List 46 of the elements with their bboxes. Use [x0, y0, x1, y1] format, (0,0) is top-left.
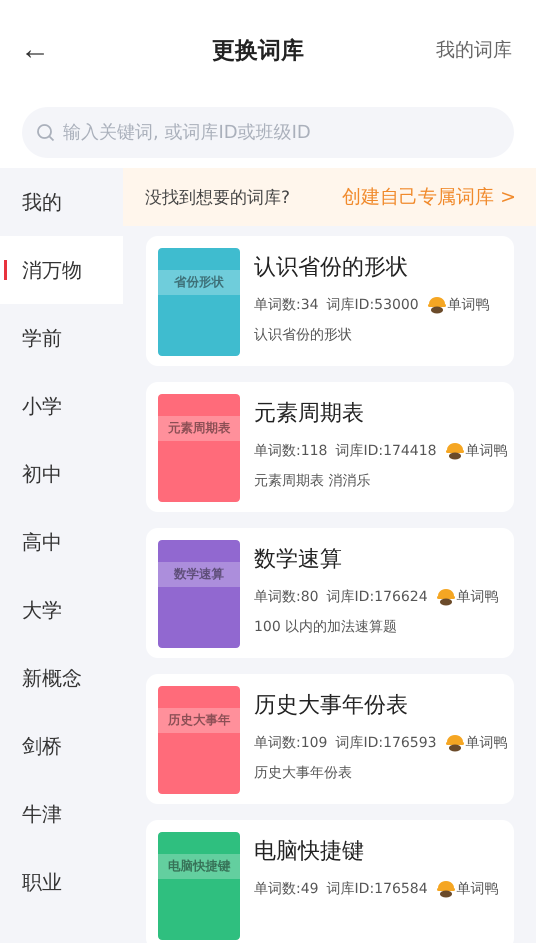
author-name: 单词鸭 [466, 734, 508, 752]
library-id: 词库ID:53000 [326, 296, 419, 314]
library-title: 元素周期表 [254, 400, 365, 428]
library-description: 历史大事年份表 [254, 764, 353, 782]
library-title: 历史大事年份表 [254, 692, 409, 720]
duck-avatar-icon [426, 296, 447, 314]
author-name: 单词鸭 [448, 296, 490, 314]
library-description: 元素周期表 消消乐 [254, 472, 372, 490]
back-button[interactable]: ← [20, 33, 80, 67]
word-count: 单词数:109 [254, 734, 328, 752]
cover-title: 元素周期表 [158, 416, 240, 441]
library-id: 词库ID:174418 [335, 442, 437, 460]
duck-avatar-icon [444, 442, 465, 460]
author-name: 单词鸭 [456, 588, 499, 606]
banner-text: 没找到想要的词库? [145, 186, 290, 208]
cover-title: 省份形状 [158, 270, 240, 295]
library-id: 词库ID:176624 [326, 588, 428, 606]
word-count: 单词数:34 [254, 296, 319, 314]
library-title: 数学速算 [254, 546, 343, 574]
library-id: 词库ID:176584 [326, 880, 428, 898]
cover-title: 数学速算 [158, 562, 240, 587]
library-title: 电脑快捷键 [254, 838, 365, 866]
library-card[interactable]: 省份形状 认识省份的形状 单词数:34 词库ID:53000 单词鸭 认识省份的形状 [146, 236, 514, 366]
duck-avatar-icon [444, 734, 465, 752]
library-card[interactable]: 元素周期表 元素周期表 单词数:118 词库ID:174418 单词鸭 元素周期表 消消乐 [146, 382, 514, 512]
page-title: 更换词库 [211, 36, 305, 66]
library-title: 认识省份的形状 [254, 254, 409, 282]
library-card[interactable]: 电脑快捷键 电脑快捷键 单词数:49 词库ID:176584 单词鸭 [146, 820, 514, 943]
library-card[interactable]: 数学速算 数学速算 单词数:80 词库ID:176624 单词鸭 100 以内的加法速算题 [146, 528, 514, 658]
my-library-button[interactable]: 我的词库 [436, 37, 512, 63]
duck-avatar-icon [436, 588, 456, 606]
word-count: 单词数:80 [254, 588, 319, 606]
cover-title: 历史大事年 [158, 708, 240, 733]
search-field[interactable]: 输入关键词, 或词库ID或班级ID [22, 107, 514, 158]
word-count: 单词数:49 [254, 880, 319, 898]
duck-avatar-icon [436, 880, 456, 898]
author-name: 单词鸭 [456, 880, 499, 898]
search-icon [36, 123, 56, 143]
author-name: 单词鸭 [466, 442, 508, 460]
library-id: 词库ID:176593 [335, 734, 437, 752]
category-item[interactable]: 消万物 [0, 236, 123, 304]
library-card[interactable]: 历史大事年 历史大事年份表 单词数:109 词库ID:176593 单词鸭 历史大事年份表 [146, 674, 514, 804]
library-description: 认识省份的形状 [254, 326, 353, 344]
library-description: 100 以内的加法速算题 [254, 618, 398, 636]
cover-title: 电脑快捷键 [158, 854, 240, 879]
word-count: 单词数:118 [254, 442, 328, 460]
